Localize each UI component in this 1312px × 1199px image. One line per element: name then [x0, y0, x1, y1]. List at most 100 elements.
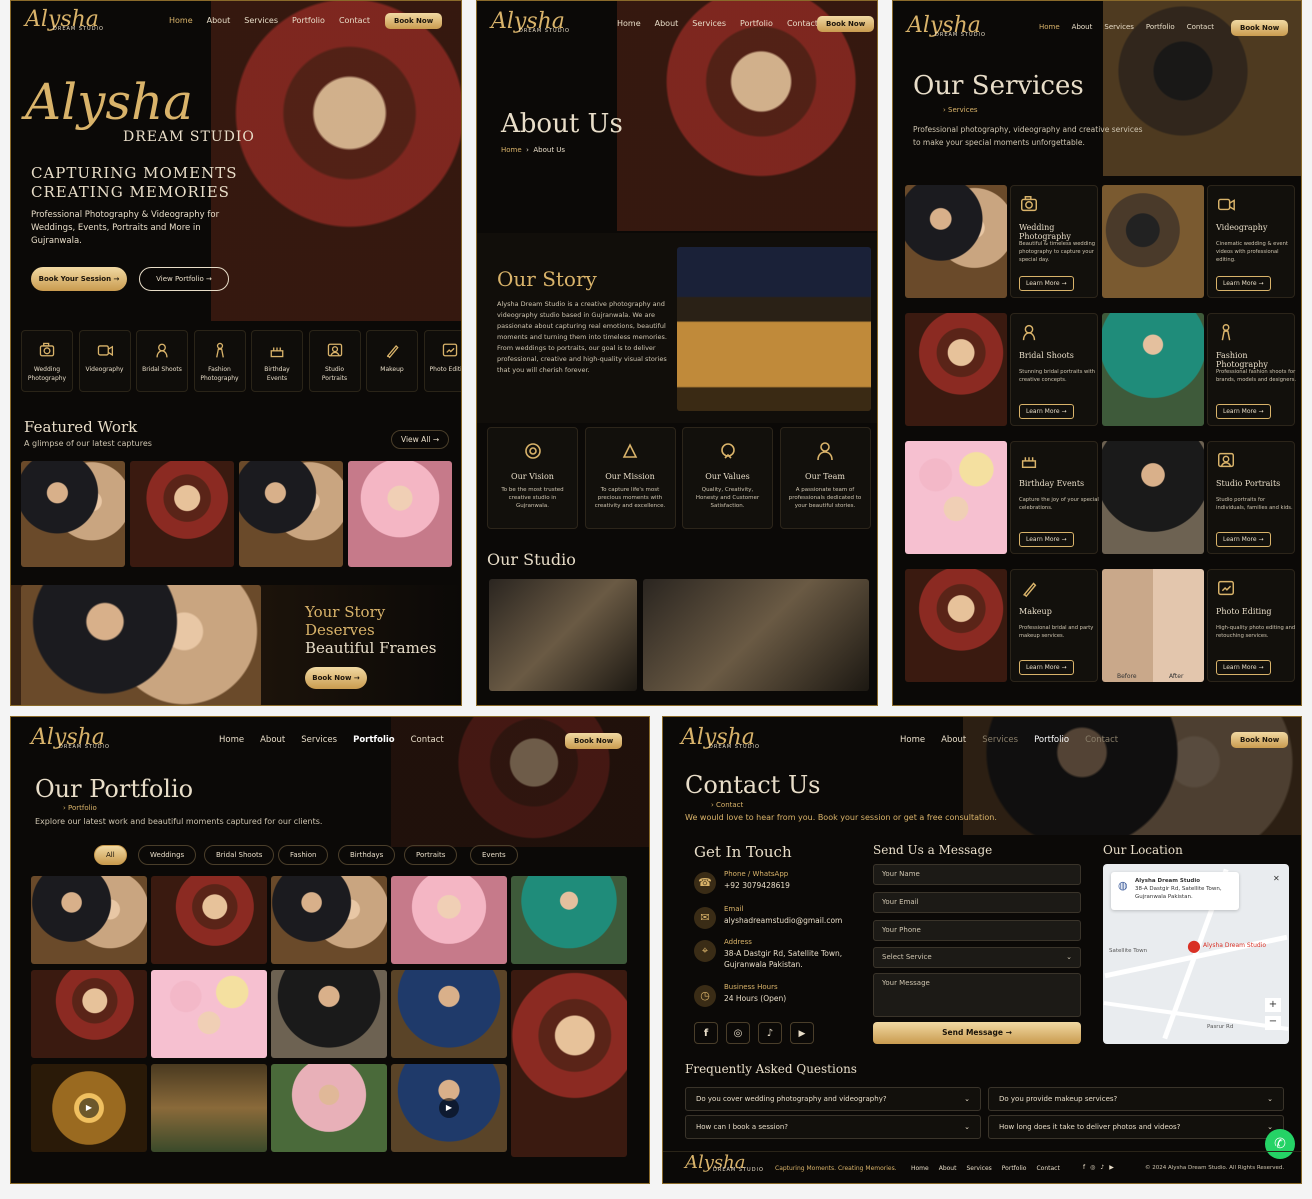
portfolio-photo-1-4[interactable] [511, 970, 627, 1157]
nav-contact[interactable]: Contact [339, 16, 370, 25]
nav-contact[interactable]: Contact [1085, 735, 1118, 745]
learn-more-button[interactable]: Learn More → [1019, 660, 1074, 675]
logo[interactable]: Alysha DREAM STUDIO [491, 11, 570, 34]
map[interactable]: ◍ Alysha Dream Studio 38-A Dastgir Rd, S… [1103, 864, 1289, 1044]
nav-portfolio[interactable]: Portfolio [353, 735, 395, 745]
nav-services[interactable]: Services [1104, 23, 1134, 31]
nav-about[interactable]: About [655, 19, 679, 28]
nav-portfolio[interactable]: Portfolio [1146, 23, 1175, 31]
portfolio-photo-2-2[interactable] [271, 1064, 387, 1152]
play-icon[interactable]: ▶ [79, 1098, 99, 1118]
service-select[interactable]: Select Service ⌄ [873, 947, 1081, 968]
category-4[interactable]: Birthday Events [251, 330, 303, 392]
category-0[interactable]: Wedding Photography [21, 330, 73, 392]
zoom-out-button[interactable]: − [1265, 1016, 1281, 1030]
learn-more-button[interactable]: Learn More → [1019, 404, 1074, 419]
studio-photo-2[interactable] [643, 579, 869, 691]
footer-nav-about[interactable]: About [939, 1165, 957, 1172]
book-now-button[interactable]: Book Now [817, 16, 875, 32]
portfolio-photo-2-3[interactable]: ▶ [391, 1064, 507, 1152]
featured-photo-4[interactable] [348, 461, 452, 567]
service-image-2[interactable] [905, 313, 1007, 426]
nav-home[interactable]: Home [1039, 23, 1060, 31]
studio-photo-1[interactable] [489, 579, 637, 691]
nav-contact[interactable]: Contact [787, 19, 818, 28]
youtube-icon[interactable]: ▶ [1109, 1164, 1114, 1171]
service-image-1[interactable] [1102, 185, 1204, 298]
featured-photo-1[interactable] [21, 461, 125, 567]
learn-more-button[interactable]: Learn More → [1019, 532, 1074, 547]
nav-services[interactable]: Services [244, 16, 278, 25]
nav-contact[interactable]: Contact [1187, 23, 1214, 31]
faq-item-1[interactable]: Do you cover wedding photography and vid… [685, 1087, 981, 1111]
category-2[interactable]: Bridal Shoots [136, 330, 188, 392]
filter-weddings[interactable]: Weddings [138, 845, 197, 865]
category-3[interactable]: Fashion Photography [193, 330, 246, 392]
service-image-4[interactable] [905, 441, 1007, 554]
service-image-5[interactable] [1102, 441, 1204, 554]
book-now-button[interactable]: Book Now [1231, 732, 1289, 748]
cta-book-button[interactable]: Book Now → [305, 667, 367, 689]
facebook-icon[interactable]: f [1083, 1164, 1085, 1171]
portfolio-photo-1-3[interactable] [391, 970, 507, 1058]
nav-contact[interactable]: Contact [411, 735, 444, 745]
youtube-icon[interactable]: ▶ [790, 1022, 814, 1044]
category-5[interactable]: Studio Portraits [308, 330, 361, 392]
footer-nav-contact[interactable]: Contact [1036, 1165, 1059, 1172]
service-image-7[interactable] [1102, 569, 1204, 682]
tiktok-icon[interactable]: ♪ [1100, 1164, 1104, 1171]
portfolio-photo-2-1[interactable] [151, 1064, 267, 1152]
portfolio-photo-0-3[interactable] [391, 876, 507, 964]
nav-about[interactable]: About [1072, 23, 1093, 31]
book-session-button[interactable]: Book Your Session → [31, 267, 127, 291]
breadcrumb-home[interactable]: Home [501, 146, 522, 154]
phone-input[interactable]: Your Phone [873, 920, 1081, 941]
faq-item-4[interactable]: How long does it take to deliver photos … [988, 1115, 1284, 1139]
logo[interactable]: Alysha DREAM STUDIO [31, 727, 110, 750]
portfolio-photo-0-4[interactable] [511, 876, 627, 964]
book-now-button[interactable]: Book Now [385, 13, 443, 29]
footer-nav-home[interactable]: Home [911, 1165, 929, 1172]
play-icon[interactable]: ▶ [439, 1098, 459, 1118]
nav-about[interactable]: About [260, 735, 285, 745]
portfolio-photo-2-0[interactable]: ▶ [31, 1064, 147, 1152]
filter-all[interactable]: All [94, 845, 127, 865]
faq-item-2[interactable]: Do you provide makeup services? ⌄ [988, 1087, 1284, 1111]
portfolio-photo-0-0[interactable] [31, 876, 147, 964]
view-all-button[interactable]: View All → [391, 430, 450, 449]
nav-home[interactable]: Home [617, 19, 641, 28]
learn-more-button[interactable]: Learn More → [1216, 660, 1271, 675]
filter-events[interactable]: Events [470, 845, 518, 865]
portfolio-photo-1-0[interactable] [31, 970, 147, 1058]
book-now-button[interactable]: Book Now [1231, 20, 1289, 36]
nav-portfolio[interactable]: Portfolio [292, 16, 325, 25]
footer-nav-services[interactable]: Services [966, 1165, 991, 1172]
portfolio-photo-0-2[interactable] [271, 876, 387, 964]
service-image-3[interactable] [1102, 313, 1204, 426]
nav-home[interactable]: Home [169, 16, 193, 25]
send-message-button[interactable]: Send Message → [873, 1022, 1081, 1044]
service-image-6[interactable] [905, 569, 1007, 682]
nav-portfolio[interactable]: Portfolio [1034, 735, 1069, 745]
logo[interactable]: Alysha DREAM STUDIO [25, 9, 104, 32]
faq-item-3[interactable]: How can I book a session? ⌄ [685, 1115, 981, 1139]
portfolio-photo-1-1[interactable] [151, 970, 267, 1058]
nav-home[interactable]: Home [900, 735, 925, 745]
tiktok-icon[interactable]: ♪ [758, 1022, 782, 1044]
logo[interactable]: Alysha DREAM STUDIO [681, 727, 760, 750]
nav-home[interactable]: Home [219, 735, 244, 745]
learn-more-button[interactable]: Learn More → [1216, 404, 1271, 419]
category-7[interactable]: Photo Editing [423, 330, 461, 392]
featured-photo-3[interactable] [239, 461, 343, 567]
featured-photo-2[interactable] [130, 461, 234, 567]
footer-logo[interactable]: Alysha DREAM STUDIO [685, 1154, 764, 1173]
category-6[interactable]: Makeup [366, 330, 418, 392]
facebook-icon[interactable]: f [694, 1022, 718, 1044]
logo[interactable]: Alysha DREAM STUDIO [907, 15, 986, 38]
service-image-0[interactable] [905, 185, 1007, 298]
learn-more-button[interactable]: Learn More → [1216, 532, 1271, 547]
portfolio-photo-1-2[interactable] [271, 970, 387, 1058]
instagram-icon[interactable]: ◎ [1090, 1164, 1095, 1171]
name-input[interactable]: Your Name [873, 864, 1081, 885]
nav-about[interactable]: About [207, 16, 231, 25]
